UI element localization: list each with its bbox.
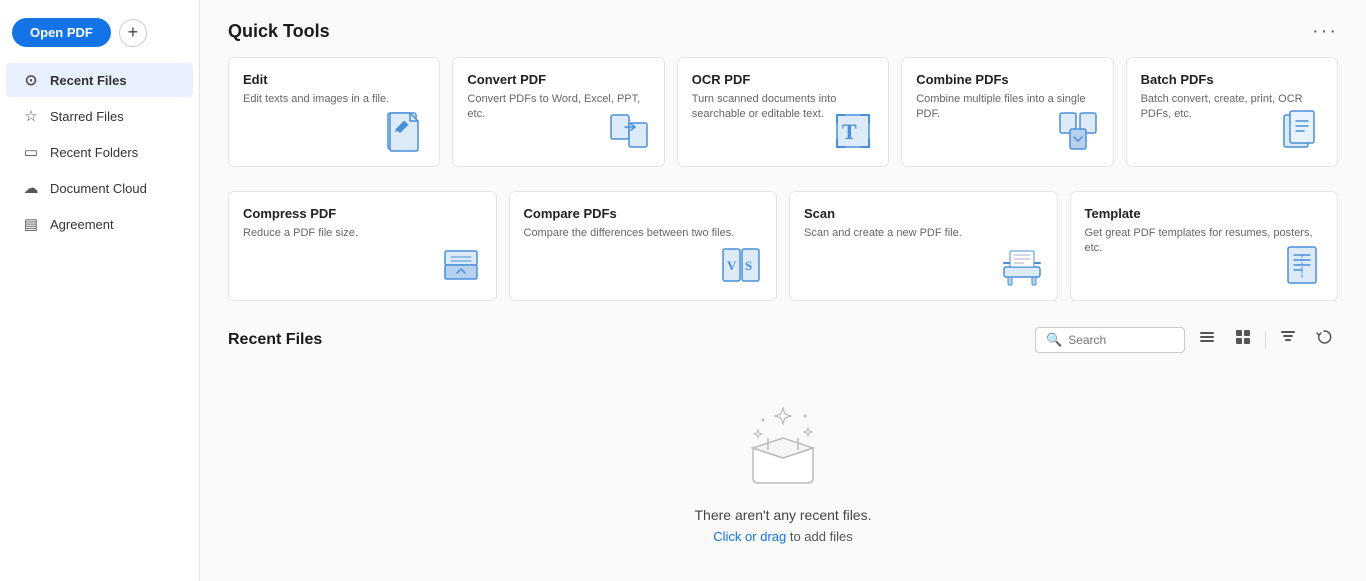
tools-grid-row2: Compress PDF Reduce a PDF file size. Com… (228, 191, 1338, 301)
tool-card-ocr-pdf[interactable]: OCR PDF Turn scanned documents into sear… (677, 57, 889, 167)
starred-files-icon: ☆ (22, 107, 40, 125)
empty-text: There aren't any recent files. (695, 507, 872, 523)
tool-title-compress: Compress PDF (243, 206, 482, 221)
quick-tools-title: Quick Tools (228, 21, 330, 42)
svg-text:V: V (727, 258, 737, 273)
sidebar-item-agreement[interactable]: ▤ Agreement (6, 207, 193, 241)
recent-files-header: Recent Files 🔍 (228, 325, 1338, 354)
sidebar-item-recent-folders[interactable]: ▭ Recent Folders (6, 135, 193, 169)
add-files-link[interactable]: Click or drag (713, 529, 786, 544)
sidebar-top: Open PDF + (0, 10, 199, 59)
refresh-button[interactable] (1310, 325, 1338, 354)
tool-title-combine: Combine PDFs (916, 72, 1098, 87)
recent-files-title: Recent Files (228, 331, 322, 349)
more-options-button[interactable]: ··· (1312, 20, 1338, 43)
recent-files-icon: ⊙ (22, 71, 40, 89)
sidebar: Open PDF + ⊙ Recent Files ☆ Starred File… (0, 0, 200, 581)
grid-view-button[interactable] (1229, 325, 1257, 354)
empty-link-suffix: to add files (786, 529, 853, 544)
tool-card-compare-pdfs[interactable]: Compare PDFs Compare the differences bet… (509, 191, 778, 301)
convert-icon (604, 106, 654, 156)
sidebar-item-starred-files[interactable]: ☆ Starred Files (6, 99, 193, 133)
batch-icon (1277, 106, 1327, 156)
view-divider (1265, 331, 1266, 349)
compare-icon: V S (716, 240, 766, 290)
recent-folders-icon: ▭ (22, 143, 40, 161)
add-button[interactable]: + (119, 19, 147, 47)
tool-title-scan: Scan (804, 206, 1043, 221)
search-input[interactable] (1068, 333, 1174, 347)
tool-card-combine-pdfs[interactable]: Combine PDFs Combine multiple files into… (901, 57, 1113, 167)
tool-title-batch: Batch PDFs (1141, 72, 1323, 87)
empty-link: Click or drag to add files (713, 529, 852, 544)
quick-tools-header: Quick Tools ··· (228, 20, 1338, 43)
search-box: 🔍 (1035, 327, 1185, 353)
tool-card-scan[interactable]: Scan Scan and create a new PDF file. (789, 191, 1058, 301)
tool-title-compare: Compare PDFs (524, 206, 763, 221)
tool-card-compress-pdf[interactable]: Compress PDF Reduce a PDF file size. (228, 191, 497, 301)
tool-card-edit[interactable]: Edit Edit texts and images in a file. (228, 57, 440, 167)
sidebar-item-label: Agreement (50, 217, 114, 232)
tool-title-edit: Edit (243, 72, 425, 87)
combine-icon (1053, 106, 1103, 156)
tool-title-ocr: OCR PDF (692, 72, 874, 87)
tool-title-template: Template (1085, 206, 1324, 221)
main-content: Quick Tools ··· Edit Edit texts and imag… (200, 0, 1366, 581)
tool-card-batch-pdfs[interactable]: Batch PDFs Batch convert, create, print,… (1126, 57, 1338, 167)
sidebar-item-label: Recent Files (50, 73, 127, 88)
template-icon (1277, 240, 1327, 290)
svg-text:T: T (842, 119, 857, 144)
empty-box-icon (733, 398, 833, 493)
sidebar-item-label: Document Cloud (50, 181, 147, 196)
svg-text:S: S (745, 258, 752, 273)
tool-title-convert: Convert PDF (467, 72, 649, 87)
sidebar-nav: ⊙ Recent Files ☆ Starred Files ▭ Recent … (0, 59, 199, 245)
sidebar-item-label: Recent Folders (50, 145, 138, 160)
sidebar-item-recent-files[interactable]: ⊙ Recent Files (6, 63, 193, 97)
search-icon: 🔍 (1046, 332, 1062, 348)
edit-icon (379, 106, 429, 156)
tools-grid-row1: Edit Edit texts and images in a file. Co… (228, 57, 1338, 167)
agreement-icon: ▤ (22, 215, 40, 233)
sidebar-item-document-cloud[interactable]: ☁ Document Cloud (6, 171, 193, 205)
compress-icon (436, 240, 486, 290)
open-pdf-button[interactable]: Open PDF (12, 18, 111, 47)
empty-state: There aren't any recent files. Click or … (228, 368, 1338, 564)
list-view-button[interactable] (1193, 325, 1221, 354)
document-cloud-icon: ☁ (22, 179, 40, 197)
recent-files-controls: 🔍 (1035, 325, 1338, 354)
tool-card-convert-pdf[interactable]: Convert PDF Convert PDFs to Word, Excel,… (452, 57, 664, 167)
scan-icon (997, 240, 1047, 290)
sort-button[interactable] (1274, 325, 1302, 354)
sidebar-item-label: Starred Files (50, 109, 124, 124)
ocr-icon: T (828, 106, 878, 156)
tool-card-template[interactable]: Template Get great PDF templates for res… (1070, 191, 1339, 301)
